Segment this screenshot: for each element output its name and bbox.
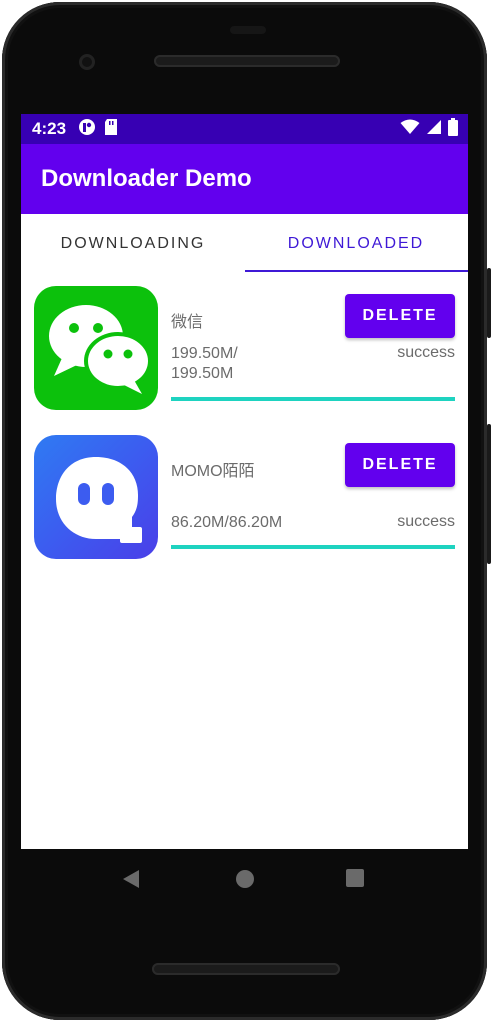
list-item: 微信 DELETE 199.50M/ 199.50M success bbox=[21, 286, 468, 416]
volume-button[interactable] bbox=[487, 424, 491, 564]
status-bar: 4:23 bbox=[21, 114, 468, 144]
home-icon[interactable] bbox=[235, 869, 255, 893]
download-size-line2: 199.50M bbox=[171, 365, 234, 382]
download-size-line1: 199.50M/ bbox=[171, 345, 238, 362]
notification-icon bbox=[78, 118, 96, 141]
wifi-icon bbox=[400, 119, 420, 140]
momo-icon bbox=[34, 435, 158, 559]
download-size: 199.50M/ 199.50M bbox=[171, 344, 238, 384]
tab-indicator bbox=[245, 270, 468, 272]
item-name: MOMO陌陌 bbox=[171, 463, 255, 480]
delete-button[interactable]: DELETE bbox=[345, 443, 455, 487]
recents-icon[interactable] bbox=[345, 868, 365, 892]
earpiece-speaker bbox=[154, 55, 340, 67]
download-progress-bar bbox=[171, 397, 455, 401]
proximity-sensor bbox=[230, 26, 266, 34]
tab-downloading[interactable]: DOWNLOADING bbox=[21, 214, 245, 273]
cell-signal-icon bbox=[426, 119, 442, 140]
download-progress-fill bbox=[171, 545, 455, 549]
sd-card-icon bbox=[104, 118, 118, 141]
download-progress-bar bbox=[171, 545, 455, 549]
tab-bar: DOWNLOADING DOWNLOADED bbox=[21, 214, 468, 273]
battery-icon bbox=[448, 117, 458, 141]
download-status: success bbox=[397, 344, 455, 361]
app-bar: Downloader Demo bbox=[21, 144, 468, 214]
download-size: 86.20M/86.20M bbox=[171, 514, 283, 531]
bottom-speaker bbox=[152, 963, 340, 975]
navigation-bar bbox=[0, 850, 487, 910]
tab-downloaded[interactable]: DOWNLOADED bbox=[244, 214, 468, 273]
back-icon[interactable] bbox=[121, 869, 141, 893]
front-camera bbox=[79, 54, 95, 70]
delete-button[interactable]: DELETE bbox=[345, 294, 455, 338]
app-title: Downloader Demo bbox=[41, 165, 252, 192]
status-time: 4:23 bbox=[32, 119, 67, 138]
screen: 4:23 Downloader Demo DOWNLOADING DOWNLOA… bbox=[21, 114, 468, 849]
download-progress-fill bbox=[171, 397, 455, 401]
download-status: success bbox=[397, 513, 455, 530]
power-button[interactable] bbox=[487, 268, 491, 338]
list-item: MOMO陌陌 DELETE 86.20M/86.20M success bbox=[21, 435, 468, 565]
device: 4:23 Downloader Demo DOWNLOADING DOWNLOA… bbox=[0, 0, 493, 1024]
item-name: 微信 bbox=[171, 314, 204, 331]
wechat-icon bbox=[34, 286, 158, 410]
